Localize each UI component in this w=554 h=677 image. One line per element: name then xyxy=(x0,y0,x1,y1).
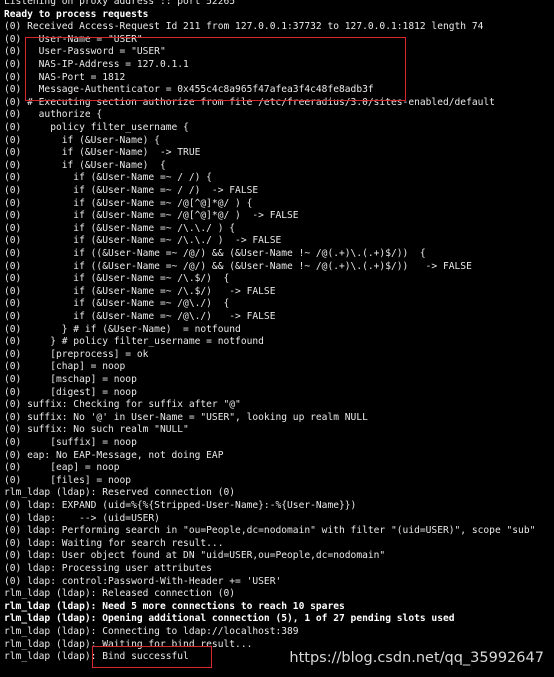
terminal-line: (0) Received Access-Request Id 211 from … xyxy=(4,21,484,33)
watermark-text: https://blog.csdn.net/qq_35992647 xyxy=(289,650,544,666)
terminal-line: rlm_ldap (ldap): Released connection (0) xyxy=(4,588,236,600)
terminal-line: (0) } # policy filter_username = notfoun… xyxy=(4,336,264,348)
terminal-line: (0) suffix: No '@' in User-Name = "USER"… xyxy=(4,411,368,423)
terminal-line: (0) if (&User-Name =~ /@\./) { xyxy=(4,298,230,310)
terminal-line: (0) [files] = noop xyxy=(4,474,132,486)
highlight-box-attributes xyxy=(25,37,406,101)
terminal-line: (0) ldap: EXPAND (uid=%{%{Stripped-User-… xyxy=(4,500,357,511)
terminal-line: (0) if (&User-Name =~ /\.$/) -> FALSE xyxy=(4,285,276,297)
terminal-line: (0) if (&User-Name) { xyxy=(4,159,166,171)
terminal-line: (0) if (&User-Name) { xyxy=(4,134,160,146)
terminal-line: (0) if (&User-Name =~ /\.$/) { xyxy=(4,273,230,285)
terminal-line: (0) ldap: User object found at DN "uid=U… xyxy=(4,550,386,562)
terminal-line: (0) if (&User-Name =~ /\.\./ ) { xyxy=(4,222,236,234)
terminal-line: (0) if ((&User-Name =~ /@/) && (&User-Na… xyxy=(4,260,472,272)
terminal-line: (0) [digest] = noop xyxy=(4,386,137,398)
terminal-line: (0) suffix: No such realm "NULL" xyxy=(4,424,189,436)
terminal-line: (0) if (&User-Name =~ /\.\./ ) -> FALSE xyxy=(4,235,282,247)
terminal-window[interactable]: Listening on proxy address :: port 52265… xyxy=(0,0,554,677)
terminal-line: (0) eap: No EAP-Message, not doing EAP xyxy=(4,449,224,461)
terminal-line: (0) } # if (&User-Name) = notfound xyxy=(4,323,241,335)
terminal-line: (0) [mschap] = noop xyxy=(4,374,137,385)
terminal-line: (0) ldap: control:Password-With-Header +… xyxy=(4,575,282,587)
terminal-line: (0) if (&User-Name =~ /@[^@]*@/ ) -> FAL… xyxy=(4,210,299,222)
terminal-line: (0) if (&User-Name) -> TRUE xyxy=(4,147,201,159)
terminal-line: (0) [chap] = noop xyxy=(4,361,126,373)
terminal-line: rlm_ldap (ldap): Opening additional conn… xyxy=(4,613,455,625)
terminal-line: (0) policy filter_username { xyxy=(4,122,189,133)
terminal-line: (0) ldap: --> (uid=USER) xyxy=(4,512,160,524)
terminal-line: (0) if (&User-Name =~ /@[^@]*@/ ) { xyxy=(4,197,253,209)
terminal-line: (0) [preprocess] = ok xyxy=(4,348,149,360)
terminal-line: (0) ldap: Processing user attributes xyxy=(4,563,212,574)
terminal-line: (0) ldap: Performing search in "ou=Peopl… xyxy=(4,525,536,537)
terminal-line: (0) if ((&User-Name =~ /@/) && (&User-Na… xyxy=(4,248,426,259)
terminal-line: (0) if (&User-Name =~ /@\./) -> FALSE xyxy=(4,311,276,322)
terminal-line: rlm_ldap (ldap): Connecting to ldap://lo… xyxy=(4,626,299,637)
terminal-line: rlm_ldap (ldap): Need 5 more connections… xyxy=(4,600,345,612)
terminal-line: (0) authorize { xyxy=(4,109,103,121)
terminal-line: (0) [suffix] = noop xyxy=(4,437,137,448)
terminal-line: (0) if (&User-Name =~ / /) { xyxy=(4,172,212,184)
terminal-line: rlm_ldap (ldap): Reserved connection (0) xyxy=(4,487,236,499)
highlight-box-bind-result xyxy=(92,646,212,668)
terminal-line: (0) suffix: Checking for suffix after "@… xyxy=(4,399,241,411)
terminal-line: (0) ldap: Waiting for search result... xyxy=(4,537,224,549)
terminal-line: (0) [eap] = noop xyxy=(4,462,120,474)
terminal-line: (0) if (&User-Name =~ / /) -> FALSE xyxy=(4,185,259,196)
terminal-line: Ready to process requests xyxy=(4,8,149,20)
